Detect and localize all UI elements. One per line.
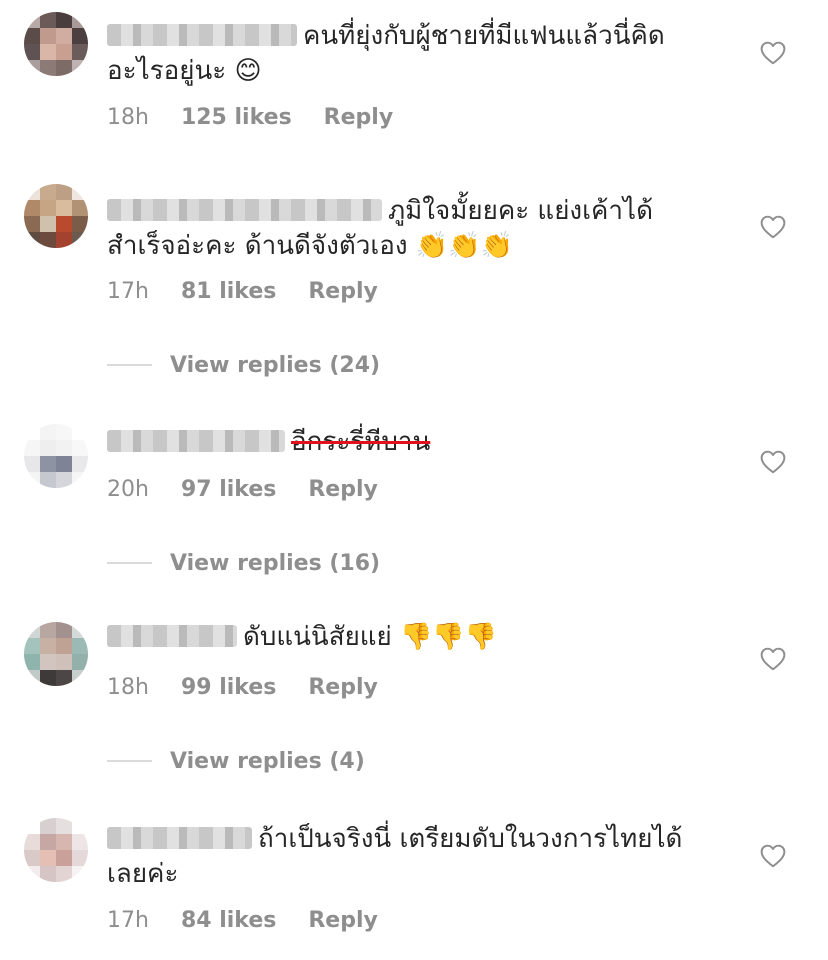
username-redacted[interactable] — [107, 430, 285, 452]
comment-text: ดับแน่นิสัยแย่ 👎👎👎 — [107, 620, 717, 655]
avatar[interactable] — [24, 818, 88, 882]
avatar[interactable] — [24, 622, 88, 686]
comment-time: 17h — [107, 279, 149, 304]
view-replies-button[interactable]: View replies (16) — [107, 548, 380, 578]
comment-text: อีกระรี่หีบาน — [107, 425, 717, 460]
likes-count[interactable]: 84 likes — [181, 908, 276, 933]
comment-time: 18h — [107, 105, 149, 130]
view-replies-label: View replies (24) — [170, 352, 381, 378]
likes-count[interactable]: 99 likes — [181, 675, 276, 700]
comment-text: ภูมิใจมั้ยยคะ แย่งเค้าได้สำเร็จอ่ะคะ ด้า… — [107, 194, 717, 264]
view-replies-label: View replies (4) — [170, 748, 365, 774]
reply-button[interactable]: Reply — [308, 279, 378, 304]
comment-meta: 17h 84 likes Reply — [107, 907, 410, 935]
view-replies-button[interactable]: View replies (24) — [107, 350, 380, 380]
reply-button[interactable]: Reply — [308, 908, 378, 933]
clapping-hands-emoji: 👏👏👏 — [415, 231, 513, 261]
username-redacted[interactable] — [107, 625, 237, 647]
likes-count[interactable]: 81 likes — [181, 279, 276, 304]
divider-line — [107, 760, 152, 762]
smiling-face-emoji: 😊 — [234, 56, 262, 86]
comment-meta: 18h 99 likes Reply — [107, 674, 410, 702]
avatar[interactable] — [24, 12, 88, 76]
thumbs-down-emoji: 👎👎👎 — [400, 622, 498, 652]
comment-meta: 18h 125 likes Reply — [107, 104, 425, 132]
heart-outline-icon[interactable] — [760, 844, 786, 868]
reply-button[interactable]: Reply — [324, 105, 394, 130]
comment-body: ดับแน่นิสัยแย่ — [243, 622, 392, 652]
heart-outline-icon[interactable] — [760, 41, 786, 65]
username-redacted[interactable] — [107, 24, 297, 46]
comment-meta: 17h 81 likes Reply — [107, 278, 410, 306]
view-replies-label: View replies (16) — [170, 550, 381, 576]
heart-outline-icon[interactable] — [760, 647, 786, 671]
comment-body: อีกระรี่หีบาน — [291, 427, 431, 457]
avatar[interactable] — [24, 424, 88, 488]
comment-time: 17h — [107, 908, 149, 933]
avatar[interactable] — [24, 184, 88, 248]
username-redacted[interactable] — [107, 827, 252, 849]
comment-time: 20h — [107, 477, 149, 502]
view-replies-button[interactable]: View replies (4) — [107, 746, 365, 776]
reply-button[interactable]: Reply — [308, 477, 378, 502]
likes-count[interactable]: 125 likes — [181, 105, 292, 130]
divider-line — [107, 562, 152, 564]
likes-count[interactable]: 97 likes — [181, 477, 276, 502]
comment-text: คนที่ยุ่งกับผู้ชายที่มีแฟนแล้วนี่คิดอะไร… — [107, 19, 717, 89]
divider-line — [107, 364, 152, 366]
comment-meta: 20h 97 likes Reply — [107, 476, 410, 504]
comment-text: ถ้าเป็นจริงนี่ เตรียมดับในวงการไทยได้เลย… — [107, 822, 717, 892]
heart-outline-icon[interactable] — [760, 450, 786, 474]
comment-time: 18h — [107, 675, 149, 700]
username-redacted[interactable] — [107, 199, 382, 221]
heart-outline-icon[interactable] — [760, 215, 786, 239]
reply-button[interactable]: Reply — [308, 675, 378, 700]
